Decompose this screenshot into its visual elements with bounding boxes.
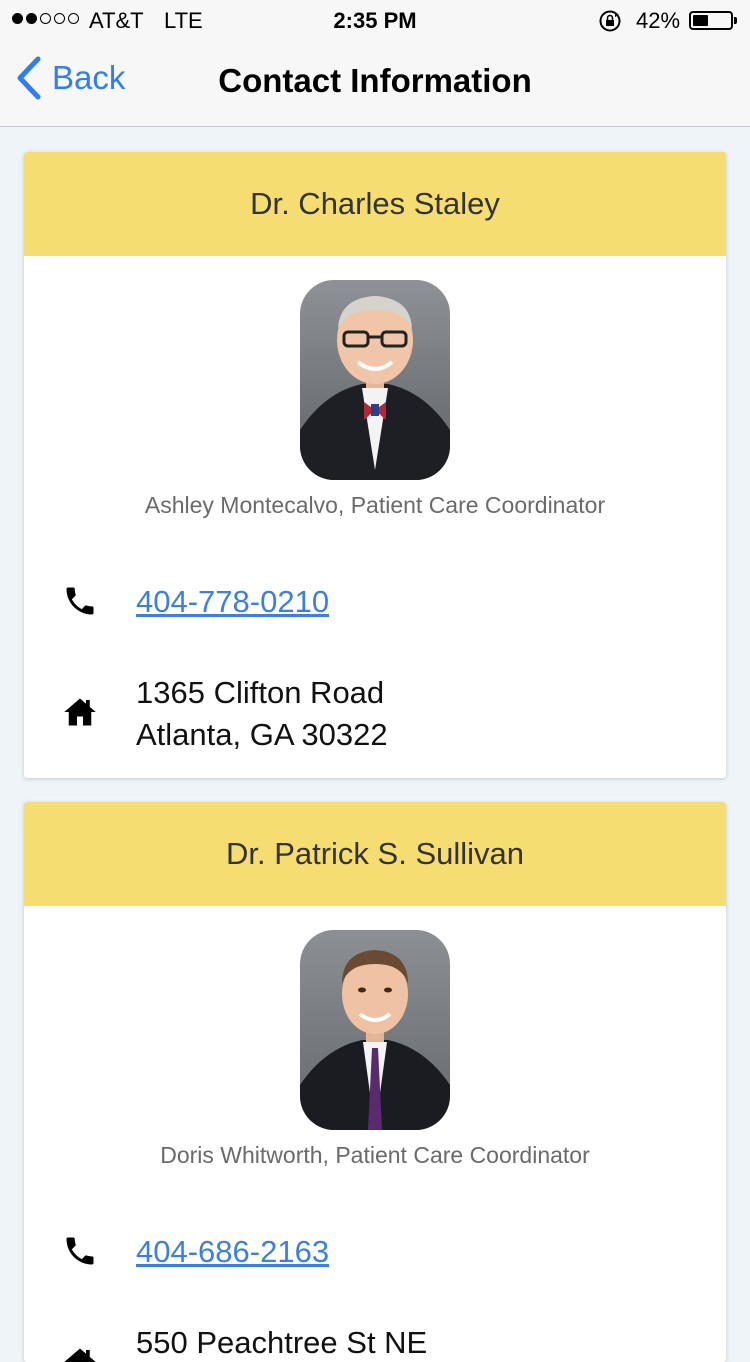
rotation-lock-icon: [598, 9, 622, 39]
phone-row: 404-686-2163: [24, 1232, 726, 1276]
phone-row: 404-778-0210: [24, 582, 726, 626]
battery-tip: [734, 17, 737, 24]
address-text: 1365 Clifton Road Atlanta, GA 30322: [136, 672, 388, 756]
home-icon: [62, 1344, 98, 1362]
phone-link[interactable]: 404-778-0210: [136, 584, 329, 620]
phone-link[interactable]: 404-686-2163: [136, 1234, 329, 1270]
address-line2: Atlanta, GA 30322: [136, 717, 388, 752]
battery-percentage: 42%: [636, 8, 681, 33]
doctor-name: Dr. Charles Staley: [24, 152, 726, 256]
address-line1: 550 Peachtree St NE: [136, 1325, 428, 1360]
coordinator-text: Doris Whitworth, Patient Care Coordinato…: [160, 1142, 590, 1168]
doctor-name: Dr. Patrick S. Sullivan: [24, 802, 726, 906]
address-line1: 1365 Clifton Road: [136, 675, 385, 710]
doctor-photo: [300, 930, 450, 1130]
status-bar: AT&T LTE 2:35 PM 42%: [0, 0, 750, 40]
contact-card: Dr. Charles Staley Ashley Montecalvo, Pa…: [24, 152, 726, 778]
page-title: Contact Information: [218, 62, 532, 99]
address-row: 1365 Clifton Road Atlanta, GA 30322: [24, 670, 726, 760]
navigation-bar: Back Contact Information: [0, 40, 750, 127]
address-text: 550 Peachtree St NE: [136, 1322, 427, 1362]
doctor-photo: [300, 280, 450, 480]
coordinator-text: Ashley Montecalvo, Patient Care Coordina…: [144, 492, 606, 518]
contact-card: Dr. Patrick S. Sullivan Doris Whitworth,…: [24, 802, 726, 1362]
battery-level-fill: [693, 15, 708, 26]
home-icon: [62, 694, 98, 735]
address-row: 550 Peachtree St NE: [24, 1320, 726, 1362]
phone-icon: [62, 1233, 98, 1274]
battery-icon: [689, 11, 733, 30]
phone-icon: [62, 583, 98, 624]
